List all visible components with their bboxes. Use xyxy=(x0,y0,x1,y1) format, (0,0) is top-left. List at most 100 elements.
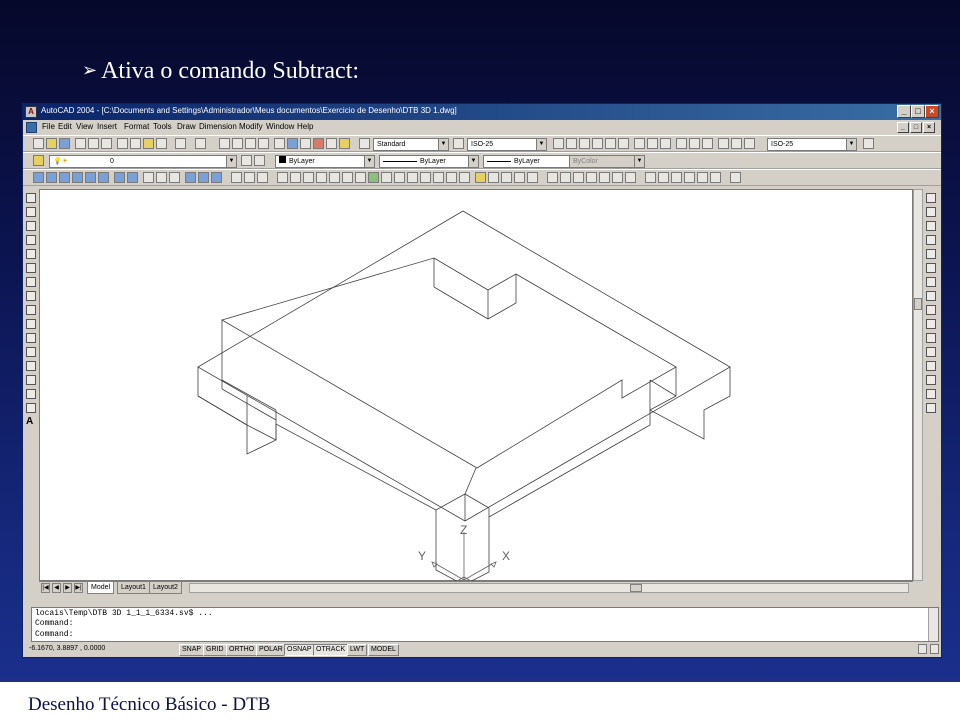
move-faces-icon[interactable] xyxy=(290,172,301,183)
dim-style-manager-icon[interactable] xyxy=(863,138,874,149)
design-center-icon[interactable] xyxy=(287,138,298,149)
arc-icon[interactable] xyxy=(26,263,36,273)
dbconnect-icon[interactable] xyxy=(313,138,324,149)
lwt-toggle[interactable]: LWT xyxy=(347,644,368,656)
doc-close-button[interactable]: × xyxy=(923,122,935,133)
ellipse-icon[interactable] xyxy=(26,319,36,329)
rotate-faces-icon[interactable] xyxy=(329,172,340,183)
extrude-faces-icon[interactable] xyxy=(277,172,288,183)
tab-model[interactable]: Model xyxy=(87,582,115,594)
color-faces-icon[interactable] xyxy=(368,172,379,183)
aligned-dim-icon[interactable] xyxy=(566,138,577,149)
setup-drawing-icon[interactable] xyxy=(185,172,196,183)
vertical-scroll-thumb[interactable] xyxy=(914,298,922,310)
dim-edit-icon[interactable] xyxy=(718,138,729,149)
setup-profile-icon[interactable] xyxy=(211,172,222,183)
tab-layout1[interactable]: Layout1 xyxy=(117,582,150,594)
circle-icon[interactable] xyxy=(26,277,36,287)
2d-wireframe-icon[interactable] xyxy=(547,172,558,183)
shell-icon[interactable] xyxy=(446,172,457,183)
color-select[interactable]: ByLayer ▼ xyxy=(275,155,375,168)
slice-icon[interactable] xyxy=(143,172,154,183)
text-style-icon[interactable] xyxy=(359,138,370,149)
right-view-icon[interactable] xyxy=(684,172,695,183)
3d-wireframe-icon[interactable] xyxy=(560,172,571,183)
insert-block-icon[interactable] xyxy=(26,347,36,357)
copy-faces-icon[interactable] xyxy=(355,172,366,183)
command-prompt[interactable]: Command: xyxy=(35,630,73,639)
menu-dimension[interactable]: Dimension xyxy=(199,122,237,131)
grid-toggle[interactable]: GRID xyxy=(203,644,227,656)
status-menu-icon[interactable] xyxy=(930,644,939,654)
save-icon[interactable] xyxy=(59,138,70,149)
check-icon[interactable] xyxy=(459,172,470,183)
fillet-icon[interactable] xyxy=(926,389,936,399)
union-icon[interactable] xyxy=(231,172,242,183)
explode-icon[interactable] xyxy=(926,403,936,413)
rectangle-icon[interactable] xyxy=(26,249,36,259)
extend-icon[interactable] xyxy=(926,333,936,343)
box-icon[interactable] xyxy=(33,172,44,183)
array-icon[interactable] xyxy=(926,249,936,259)
flat-shaded-icon[interactable] xyxy=(586,172,597,183)
polygon-icon[interactable] xyxy=(26,235,36,245)
horizontal-scrollbar[interactable] xyxy=(189,583,909,593)
command-window[interactable]: locais\Temp\DTB 3D 1_1_1_6334.sv$ ... Co… xyxy=(31,607,939,642)
make-layer-current-icon[interactable] xyxy=(241,155,252,166)
dim-text-edit-icon[interactable] xyxy=(731,138,742,149)
make-block-icon[interactable] xyxy=(26,361,36,371)
separate-icon[interactable] xyxy=(433,172,444,183)
extrude-icon[interactable] xyxy=(114,172,125,183)
model-toggle[interactable]: MODEL xyxy=(368,644,399,656)
trim-icon[interactable] xyxy=(926,319,936,329)
menu-help[interactable]: Help xyxy=(297,122,313,131)
move-icon[interactable] xyxy=(926,263,936,273)
layer-select[interactable]: 💡☀ 0 ▼ xyxy=(49,155,237,168)
maximize-button[interactable]: □ xyxy=(911,105,925,118)
stretch-icon[interactable] xyxy=(926,305,936,315)
polyline-icon[interactable] xyxy=(26,221,36,231)
redo-icon[interactable] xyxy=(195,138,206,149)
setup-view-icon[interactable] xyxy=(198,172,209,183)
markup-icon[interactable] xyxy=(326,138,337,149)
clean-icon[interactable] xyxy=(420,172,431,183)
cut-icon[interactable] xyxy=(117,138,128,149)
copy-object-icon[interactable] xyxy=(926,207,936,217)
erase-icon[interactable] xyxy=(926,193,936,203)
tolerance-icon[interactable] xyxy=(689,138,700,149)
dim-style-select-right[interactable]: ISO-25 ▼ xyxy=(767,138,857,151)
line-icon[interactable] xyxy=(26,193,36,203)
region-icon[interactable] xyxy=(26,403,36,413)
hidden-icon[interactable] xyxy=(573,172,584,183)
pan-icon[interactable] xyxy=(219,138,230,149)
menu-file[interactable]: File xyxy=(42,122,55,131)
sphere-icon[interactable] xyxy=(46,172,57,183)
menu-draw[interactable]: Draw xyxy=(177,122,196,131)
continue-dim-icon[interactable] xyxy=(660,138,671,149)
help-icon[interactable] xyxy=(339,138,350,149)
paste-icon[interactable] xyxy=(143,138,154,149)
scenes-icon[interactable] xyxy=(501,172,512,183)
revolve-icon[interactable] xyxy=(127,172,138,183)
menu-insert[interactable]: Insert xyxy=(97,122,117,131)
tab-layout2[interactable]: Layout2 xyxy=(149,582,182,594)
layer-previous-icon[interactable] xyxy=(254,155,265,166)
materials-icon[interactable] xyxy=(527,172,538,183)
layer-manager-icon[interactable] xyxy=(33,155,44,166)
front-view-icon[interactable] xyxy=(697,172,708,183)
torus-icon[interactable] xyxy=(98,172,109,183)
dim-update-icon[interactable] xyxy=(744,138,755,149)
rotate-icon[interactable] xyxy=(926,277,936,287)
minimize-button[interactable]: _ xyxy=(897,105,911,118)
lineweight-select[interactable]: ByLayer▼ xyxy=(483,155,583,168)
plot-style-select[interactable]: ByColor ▼ xyxy=(569,155,645,168)
ortho-toggle[interactable]: ORTHO xyxy=(226,644,258,656)
color-edges-icon[interactable] xyxy=(394,172,405,183)
text-style-select[interactable]: Standard ▼ xyxy=(373,138,449,151)
intersect-icon[interactable] xyxy=(257,172,268,183)
section-icon[interactable] xyxy=(156,172,167,183)
menu-format[interactable]: Format xyxy=(124,122,149,131)
communication-center-icon[interactable] xyxy=(918,644,927,654)
command-scrollbar[interactable] xyxy=(928,608,938,641)
polar-toggle[interactable]: POLAR xyxy=(256,644,286,656)
